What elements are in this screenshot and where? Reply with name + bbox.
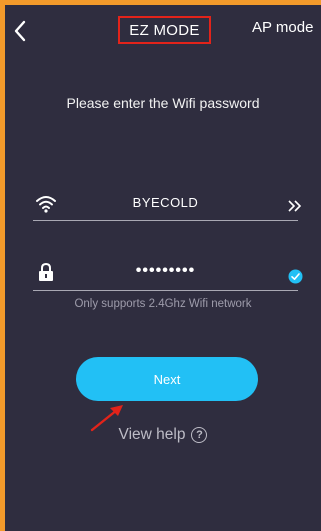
wifi-field-underline: [33, 220, 298, 221]
tab-ez-mode-label: EZ MODE: [129, 21, 200, 39]
question-circle-icon: ?: [191, 427, 208, 443]
wifi-name-value: BYECOLD: [132, 195, 199, 210]
back-button[interactable]: [9, 19, 31, 43]
next-button-label: Next: [153, 371, 181, 387]
view-help-label: View help: [118, 426, 186, 443]
password-value: •••••••••: [135, 262, 196, 279]
network-hint: Only supports 2.4Ghz Wifi network: [74, 298, 252, 310]
wifi-setup-screen: EZ MODE AP mode Please enter the Wifi pa…: [5, 5, 321, 531]
double-chevron-right-icon: [288, 200, 302, 212]
password-field-underline: [33, 290, 298, 291]
choose-network-button[interactable]: [286, 197, 304, 215]
wifi-network-field[interactable]: BYECOLD: [33, 191, 302, 221]
view-help-link[interactable]: View help ?: [5, 426, 321, 444]
show-password-toggle[interactable]: [286, 267, 304, 285]
help-icon-glyph: ?: [196, 429, 203, 441]
check-circle-icon: [288, 269, 302, 283]
password-prompt: Please enter the Wifi password: [66, 95, 260, 111]
chevron-left-icon: [14, 20, 26, 42]
tab-ap-mode[interactable]: AP mode: [252, 19, 313, 36]
tab-ez-mode[interactable]: EZ MODE: [118, 16, 211, 44]
next-button[interactable]: Next: [76, 357, 258, 401]
tab-ap-mode-label: AP mode: [252, 19, 314, 36]
password-field[interactable]: •••••••••: [33, 261, 302, 291]
